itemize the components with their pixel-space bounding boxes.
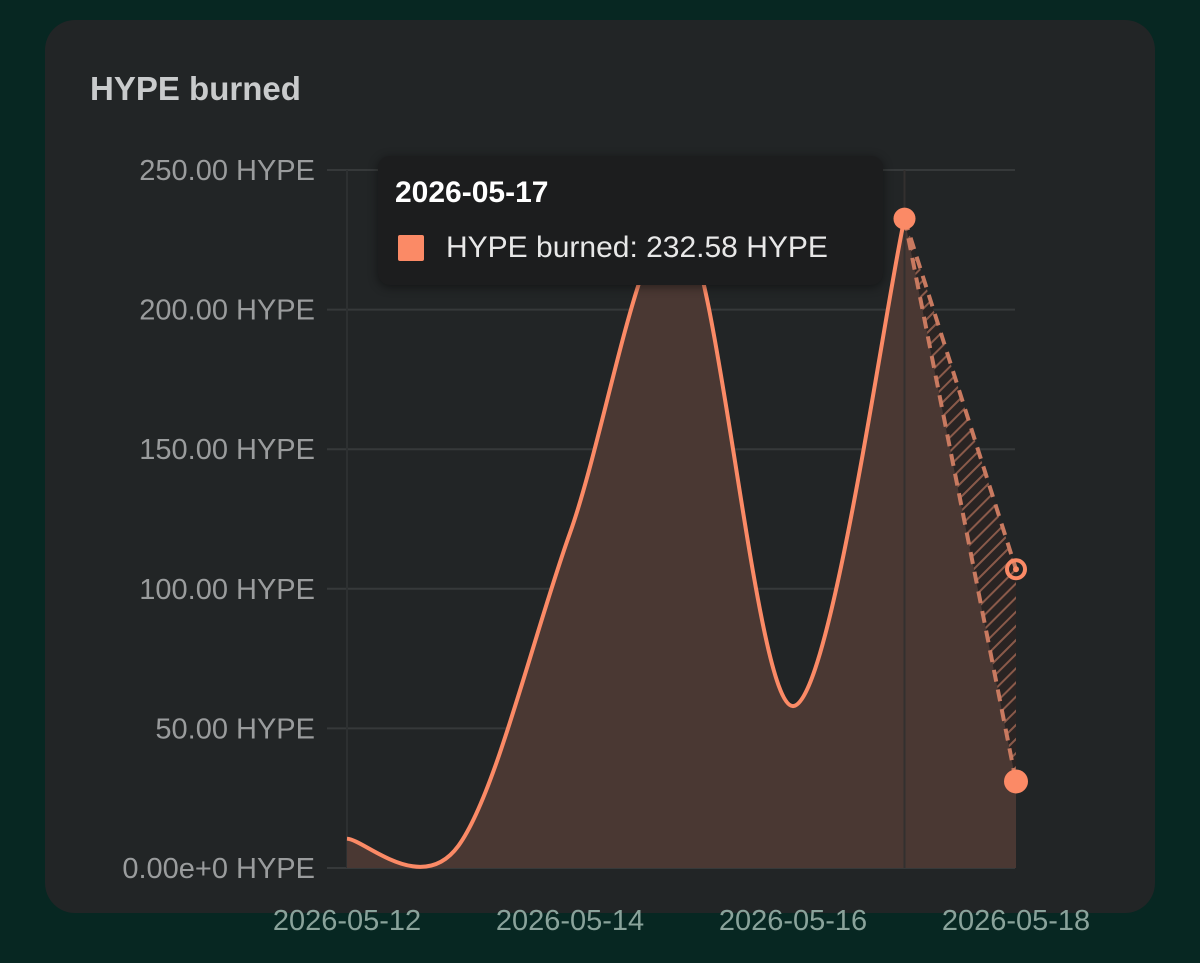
y-tick-label: 200.00 HYPE	[139, 295, 315, 327]
x-tick-label: 2026-05-16	[719, 905, 867, 937]
x-tick-label: 2026-05-18	[942, 905, 1090, 937]
y-tick-label: 150.00 HYPE	[139, 434, 315, 466]
hype-burned-chart[interactable]: 0.00e+0 HYPE 50.00 HYPE 100.00 HYPE 150.00 …	[0, 0, 1200, 963]
x-tick-label: 2026-05-14	[496, 905, 644, 937]
area-fill	[347, 218, 1016, 868]
chart-tooltip: 2026-05-17 HYPE burned: 232.58 HYPE	[378, 156, 883, 285]
y-tick-label: 100.00 HYPE	[139, 574, 315, 606]
y-tick-label: 50.00 HYPE	[155, 713, 315, 745]
tooltip-value: HYPE burned: 232.58 HYPE	[446, 231, 828, 264]
highlighted-point[interactable]	[893, 207, 916, 230]
y-tick-label: 0.00e+0 HYPE	[122, 853, 315, 885]
last-point[interactable]	[1004, 769, 1028, 794]
series-color-swatch	[398, 235, 424, 261]
y-tick-label: 250.00 HYPE	[139, 155, 315, 187]
projected-point-center	[1013, 566, 1019, 573]
x-tick-label: 2026-05-12	[273, 905, 421, 937]
tooltip-date: 2026-05-17	[395, 176, 549, 209]
tooltip-row: HYPE burned: 232.58 HYPE	[398, 231, 828, 265]
